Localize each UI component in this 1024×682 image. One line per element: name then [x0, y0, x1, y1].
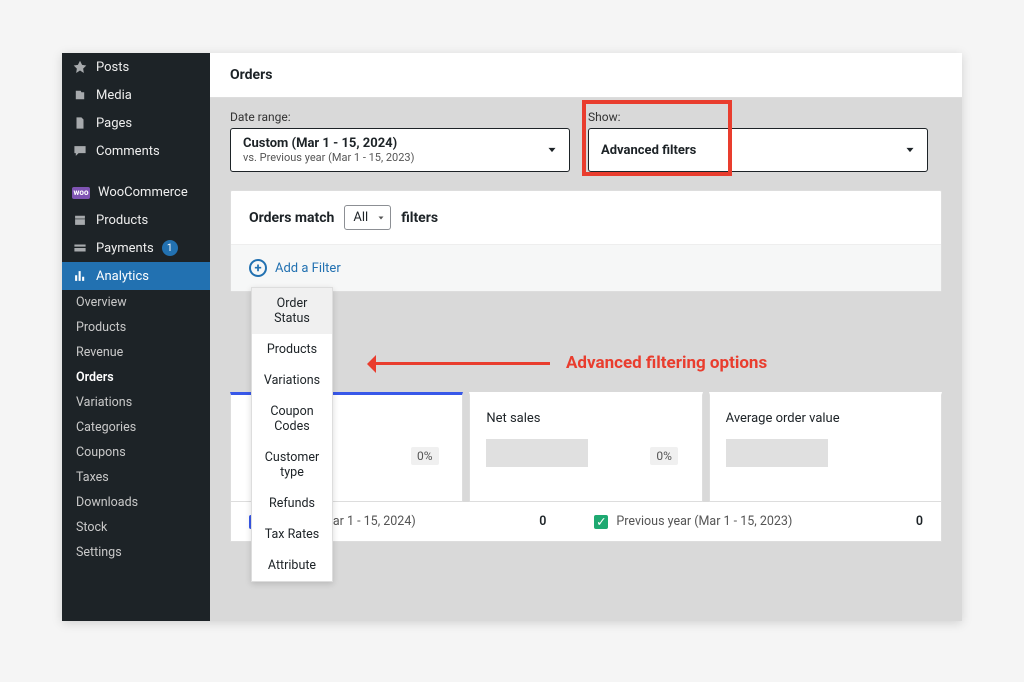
stat-label: Net sales: [486, 411, 685, 426]
date-range-label: Date range:: [230, 110, 570, 124]
stat-pct: 0%: [650, 447, 678, 465]
sidebar-item-comments[interactable]: Comments: [62, 137, 210, 165]
stat-pct: 0%: [411, 447, 439, 465]
sidebar-item-pages[interactable]: Pages: [62, 109, 210, 137]
stats-row: 0% Net sales 0% Average order value: [230, 392, 942, 502]
stat-card[interactable]: Net sales 0%: [469, 392, 702, 502]
legend-value: 0: [539, 514, 546, 529]
match-suffix: filters: [401, 210, 438, 226]
checkbox-checked-icon: ✓: [594, 515, 608, 529]
admin-sidebar: Posts Media Pages Comments woo WooCommer…: [62, 53, 210, 621]
sidebar-item-products[interactable]: Products: [62, 206, 210, 234]
sidebar-sub-orders[interactable]: Orders: [62, 365, 210, 390]
legend-value: 0: [916, 514, 923, 529]
filter-option-order-status[interactable]: Order Status: [252, 288, 332, 334]
filter-option-coupon-codes[interactable]: Coupon Codes: [252, 396, 332, 442]
add-filter-button[interactable]: + Add a Filter Order Status Products Var…: [231, 244, 941, 291]
main-content: Orders Date range: Custom (Mar 1 - 15, 2…: [210, 53, 962, 621]
sidebar-item-label: Media: [96, 88, 132, 103]
show-dropdown[interactable]: Advanced filters: [588, 128, 928, 172]
date-range-primary: Custom (Mar 1 - 15, 2024): [243, 136, 535, 151]
chevron-down-icon: [903, 143, 917, 157]
sidebar-item-media[interactable]: Media: [62, 81, 210, 109]
sidebar-sub-downloads[interactable]: Downloads: [62, 490, 210, 515]
page-icon: [72, 115, 88, 131]
sidebar-item-label: Comments: [96, 144, 160, 159]
payments-badge: 1: [162, 240, 178, 256]
page-header: Orders: [210, 53, 962, 98]
filter-options-popover: Order Status Products Variations Coupon …: [251, 287, 333, 582]
stat-placeholder: [486, 439, 588, 467]
chevron-down-icon: [545, 143, 559, 157]
filter-option-attribute[interactable]: Attribute: [252, 550, 332, 581]
advanced-filters-card: Orders match All filters + Add a Filter …: [230, 190, 942, 292]
sidebar-item-posts[interactable]: Posts: [62, 53, 210, 81]
match-select[interactable]: All: [344, 205, 391, 230]
sidebar-sub-coupons[interactable]: Coupons: [62, 440, 210, 465]
comment-icon: [72, 143, 88, 159]
sidebar-sub-overview[interactable]: Overview: [62, 290, 210, 315]
match-row: Orders match All filters: [231, 191, 941, 244]
sidebar-item-payments[interactable]: Payments 1: [62, 234, 210, 262]
sidebar-item-label: Pages: [96, 116, 132, 131]
match-prefix: Orders match: [249, 210, 334, 226]
stat-label: Average order value: [726, 411, 925, 426]
sidebar-sub-categories[interactable]: Categories: [62, 415, 210, 440]
sidebar-item-label: WooCommerce: [98, 185, 188, 200]
sidebar-item-label: Analytics: [96, 269, 149, 284]
sidebar-sub-taxes[interactable]: Taxes: [62, 465, 210, 490]
pin-icon: [72, 59, 88, 75]
sidebar-sub-variations[interactable]: Variations: [62, 390, 210, 415]
filter-option-refunds[interactable]: Refunds: [252, 488, 332, 519]
date-range-dropdown[interactable]: Custom (Mar 1 - 15, 2024) vs. Previous y…: [230, 128, 570, 172]
legend-item-previous[interactable]: ✓ Previous year (Mar 1 - 15, 2023): [594, 514, 792, 529]
filter-option-products[interactable]: Products: [252, 334, 332, 365]
date-range-secondary: vs. Previous year (Mar 1 - 15, 2023): [243, 151, 535, 164]
card-icon: [72, 240, 88, 256]
sidebar-item-analytics[interactable]: Analytics: [62, 262, 210, 290]
sidebar-sub-stock[interactable]: Stock: [62, 515, 210, 540]
sidebar-sub-settings[interactable]: Settings: [62, 540, 210, 565]
filters-bar: Date range: Custom (Mar 1 - 15, 2024) vs…: [210, 98, 962, 190]
filter-option-customer-type[interactable]: Customer type: [252, 442, 332, 488]
add-filter-label: Add a Filter: [275, 261, 341, 276]
sidebar-item-woocommerce[interactable]: woo WooCommerce: [62, 179, 210, 206]
sidebar-item-label: Posts: [96, 60, 129, 75]
box-icon: [72, 212, 88, 228]
filter-option-tax-rates[interactable]: Tax Rates: [252, 519, 332, 550]
plus-icon: +: [249, 259, 267, 277]
chart-legend: ✓ Custom (Mar 1 - 15, 2024) 0 ✓ Previous…: [230, 502, 942, 542]
sidebar-sub-products[interactable]: Products: [62, 315, 210, 340]
filter-option-variations[interactable]: Variations: [252, 365, 332, 396]
stat-placeholder: [726, 439, 828, 467]
chart-icon: [72, 268, 88, 284]
stat-card[interactable]: Average order value: [709, 392, 942, 502]
show-label: Show:: [588, 110, 928, 124]
sidebar-item-label: Payments: [96, 241, 154, 256]
sidebar-item-label: Products: [96, 213, 148, 228]
page-title: Orders: [230, 67, 942, 83]
sidebar-sub-revenue[interactable]: Revenue: [62, 340, 210, 365]
woo-icon: woo: [72, 187, 90, 199]
media-icon: [72, 87, 88, 103]
legend-label: Previous year (Mar 1 - 15, 2023): [616, 514, 792, 529]
show-value: Advanced filters: [601, 143, 893, 158]
